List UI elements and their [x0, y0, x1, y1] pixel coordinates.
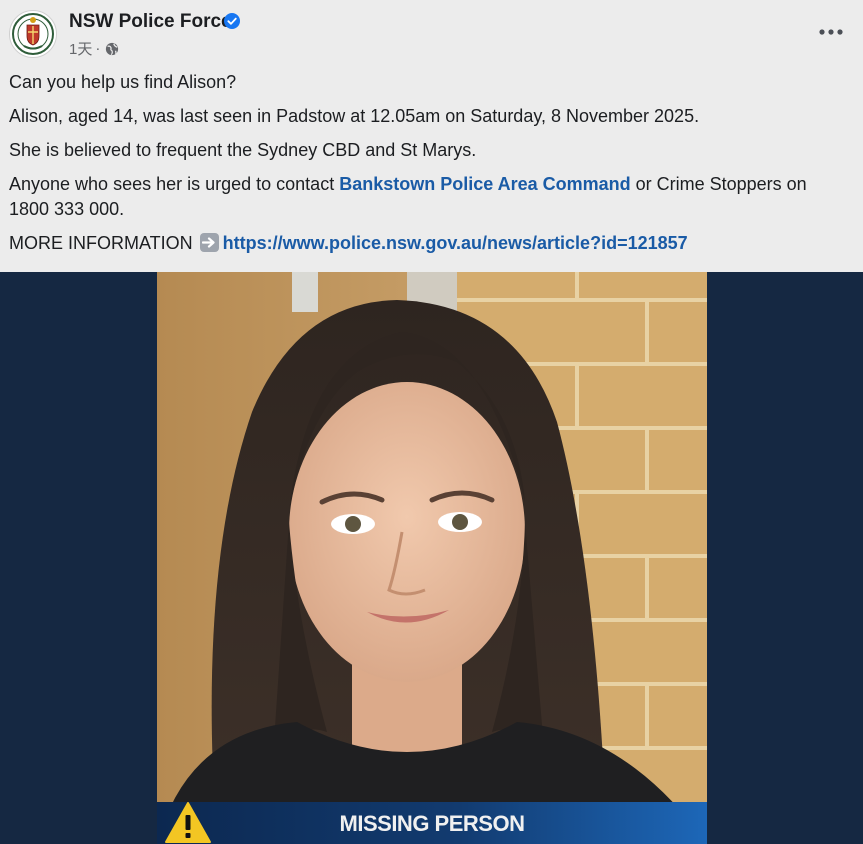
page-name[interactable]: NSW Police Force [69, 11, 232, 33]
post-meta: 1天 · [69, 38, 119, 59]
missing-person-photo [157, 272, 707, 844]
verified-badge-icon [224, 13, 240, 29]
more-info-line: MORE INFORMATION https://www.police.nsw.… [9, 231, 849, 256]
banner-label: MISSING PERSON [339, 811, 525, 836]
police-crest-icon [12, 13, 54, 55]
post-line: Alison, aged 14, was last seen in Padsto… [9, 106, 700, 126]
post-line: Can you help us find Alison? [9, 72, 237, 92]
more-options-icon[interactable] [817, 24, 845, 40]
post-image[interactable]: MISSING PERSON [0, 272, 863, 844]
missing-person-banner: MISSING PERSON [157, 802, 707, 844]
bankstown-police-link[interactable]: Bankstown Police Area Command [339, 174, 630, 194]
police-news-url-link[interactable]: https://www.police.nsw.gov.au/news/artic… [223, 233, 688, 253]
facebook-post: NSW Police Force 1天 · Can you help us fi… [0, 0, 863, 844]
more-info-label: MORE INFORMATION [9, 233, 193, 253]
contact-text: Anyone who sees her is urged to contact [9, 174, 340, 194]
right-arrow-icon [199, 233, 219, 252]
post-contact-line: Anyone who sees her is urged to contact … [9, 172, 849, 222]
warning-triangle-icon [165, 802, 211, 843]
post-text: Can you help us find Alison? Alison, age… [9, 70, 849, 265]
post-line: She is believed to frequent the Sydney C… [9, 140, 477, 160]
page-avatar[interactable] [9, 10, 57, 58]
post-time[interactable]: 1天 [69, 38, 92, 59]
post-header: NSW Police Force 1天 · [0, 0, 863, 66]
meta-separator: · [95, 40, 101, 57]
globe-icon[interactable] [105, 42, 119, 56]
